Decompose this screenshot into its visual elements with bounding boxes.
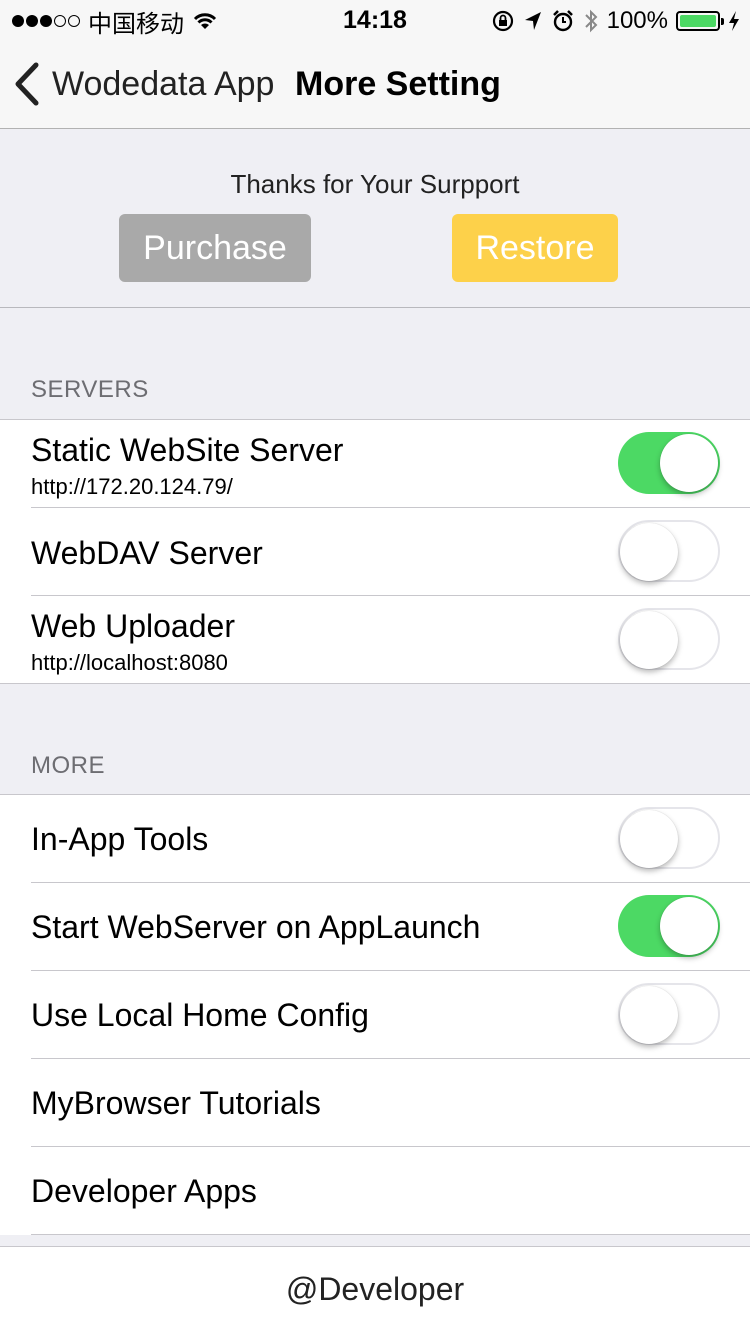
- start-webserver-toggle[interactable]: [618, 895, 720, 957]
- toggle-knob: [620, 611, 678, 669]
- restore-button[interactable]: Restore: [452, 214, 618, 282]
- webdav-server-toggle[interactable]: [618, 520, 720, 582]
- orientation-lock-icon: [492, 10, 513, 32]
- row-static-website-server: Static WebSite Server http://172.20.124.…: [0, 420, 750, 508]
- servers-group: Static WebSite Server http://172.20.124.…: [0, 419, 750, 684]
- status-bar: 中国移动 14:18 100%: [0, 0, 750, 40]
- static-website-server-toggle[interactable]: [618, 432, 720, 494]
- battery-icon: [676, 11, 724, 31]
- toggle-knob: [620, 810, 678, 868]
- row-subtitle: http://172.20.124.79/: [31, 474, 233, 499]
- row-title: Static WebSite Server: [31, 432, 344, 468]
- location-icon: [524, 12, 541, 30]
- section-header-servers: SERVERS: [31, 376, 149, 403]
- in-app-tools-toggle[interactable]: [618, 807, 720, 869]
- row-web-uploader: Web Uploader http://localhost:8080: [0, 596, 750, 683]
- navigation-bar: Wodedata App More Setting: [0, 40, 750, 129]
- chevron-left-icon: [15, 62, 39, 106]
- web-uploader-toggle[interactable]: [618, 608, 720, 670]
- more-group: In-App Tools Start WebServer on AppLaunc…: [0, 794, 750, 1235]
- section-header-more: MORE: [31, 752, 105, 779]
- row-title: Web Uploader: [31, 608, 235, 644]
- toggle-knob: [660, 897, 718, 955]
- row-title: Use Local Home Config: [31, 997, 369, 1033]
- purchase-section: Thanks for Your Surpport Purchase Restor…: [0, 129, 750, 308]
- toggle-knob: [660, 434, 718, 492]
- row-title: Start WebServer on AppLaunch: [31, 909, 481, 945]
- toggle-knob: [620, 986, 678, 1044]
- footer: @Developer: [0, 1246, 750, 1335]
- battery-percent: 100%: [606, 7, 668, 34]
- charging-icon: [729, 11, 739, 31]
- row-webdav-server: WebDAV Server: [0, 508, 750, 596]
- back-button[interactable]: Wodedata App: [14, 60, 274, 108]
- row-title: In-App Tools: [31, 821, 209, 857]
- purchase-button[interactable]: Purchase: [119, 214, 311, 282]
- status-right: 100%: [491, 6, 740, 36]
- row-title: MyBrowser Tutorials: [31, 1085, 321, 1121]
- footer-developer-link[interactable]: @Developer: [0, 1271, 750, 1308]
- use-local-home-config-toggle[interactable]: [618, 983, 720, 1045]
- row-developer-apps[interactable]: Developer Apps: [0, 1147, 750, 1235]
- row-subtitle: http://localhost:8080: [31, 650, 228, 675]
- toggle-knob: [620, 523, 678, 581]
- row-title: Developer Apps: [31, 1173, 257, 1209]
- row-mybrowser-tutorials[interactable]: MyBrowser Tutorials: [0, 1059, 750, 1147]
- alarm-icon: [552, 10, 573, 32]
- row-start-webserver-on-applaunch: Start WebServer on AppLaunch: [0, 883, 750, 971]
- row-title: WebDAV Server: [31, 535, 263, 571]
- row-use-local-home-config: Use Local Home Config: [0, 971, 750, 1059]
- thanks-label: Thanks for Your Surpport: [230, 169, 520, 199]
- page-title: More Setting: [295, 65, 501, 103]
- back-button-label: Wodedata App: [52, 64, 275, 103]
- bluetooth-icon: [584, 9, 598, 33]
- row-in-app-tools: In-App Tools: [0, 795, 750, 883]
